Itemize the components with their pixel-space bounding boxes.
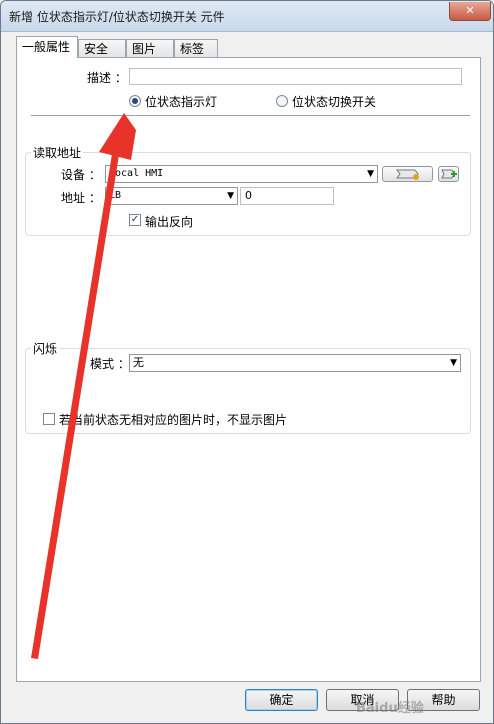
address-label: 地址 ： xyxy=(61,191,101,205)
dropdown-arrow-icon: ▼ xyxy=(450,358,457,368)
add-device-button[interactable] xyxy=(438,166,459,182)
tab-label[interactable]: 标签 xyxy=(174,39,218,57)
device-settings-icon xyxy=(396,169,419,180)
tab-panel: 描述 ： 位状态指示灯 位状态切换开关 读取地址 设备 ： Local HMI … xyxy=(16,57,481,682)
tab-security[interactable]: 安全 xyxy=(78,39,126,57)
ok-button[interactable]: 确定 xyxy=(245,689,318,711)
window-title: 新增 位状态指示灯/位状态切换开关 元件 xyxy=(9,10,225,24)
device-select-value: Local HMI xyxy=(109,168,164,179)
watermark: Baidu经验 xyxy=(356,701,424,716)
tab-picture[interactable]: 图片 xyxy=(126,39,174,57)
dialog-window: 新增 位状态指示灯/位状态切换开关 元件 ✕ 一般属性 安全 图片 标签 描述 … xyxy=(0,0,494,724)
radio-selected-dot xyxy=(132,98,138,104)
dropdown-arrow-icon: ▼ xyxy=(367,169,374,179)
separator xyxy=(31,115,470,116)
radio-bit-switch-label: 位状态切换开关 xyxy=(292,95,377,109)
description-label: 描述 ： xyxy=(87,71,127,85)
blink-mode-select[interactable]: 无 ▼ xyxy=(129,354,461,372)
description-input[interactable] xyxy=(129,68,462,85)
title-bar[interactable]: 新增 位状态指示灯/位状态切换开关 元件 ✕ xyxy=(1,1,493,32)
invert-output-label: 输出反向 xyxy=(145,215,194,229)
blink-mode-label: 模式 ： xyxy=(90,357,130,371)
device-select[interactable]: Local HMI ▼ xyxy=(105,165,378,183)
device-settings-button[interactable] xyxy=(382,166,433,182)
address-type-select[interactable]: LB ▼ xyxy=(105,187,238,205)
no-picture-label: 若当前状态无相对应的图片时，不显示图片 xyxy=(59,413,288,427)
radio-bit-lamp[interactable] xyxy=(129,95,141,107)
no-picture-checkbox[interactable] xyxy=(43,413,55,425)
radio-bit-lamp-label: 位状态指示灯 xyxy=(145,95,218,109)
blink-mode-value: 无 xyxy=(133,356,144,369)
dropdown-arrow-icon: ▼ xyxy=(227,191,234,201)
blink-title: 闪烁 xyxy=(31,340,60,357)
device-label: 设备 ： xyxy=(61,168,101,182)
invert-output-checkbox[interactable]: ✓ xyxy=(129,214,141,226)
close-button[interactable]: ✕ xyxy=(449,2,491,21)
radio-bit-switch[interactable] xyxy=(276,95,288,107)
address-type-value: LB xyxy=(109,190,122,201)
tab-general[interactable]: 一般属性 xyxy=(16,36,78,58)
add-device-icon xyxy=(441,169,457,179)
address-value-input[interactable]: 0 xyxy=(240,187,334,205)
read-address-title: 读取地址 xyxy=(31,144,84,161)
